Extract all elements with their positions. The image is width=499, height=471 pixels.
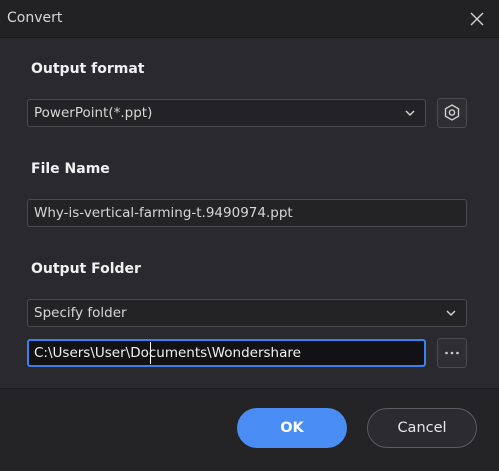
ok-button[interactable]: OK (237, 408, 347, 448)
dialog-title: Convert (7, 10, 63, 26)
output-format-value: PowerPoint(*.ppt) (34, 105, 153, 121)
text-caret (150, 342, 151, 364)
ellipsis-icon (445, 351, 459, 355)
chevron-down-icon (405, 110, 415, 117)
file-name-value: Why-is-vertical-farming-t.9490974.ppt (34, 205, 293, 221)
output-folder-option: Specify folder (34, 305, 127, 321)
close-button[interactable] (467, 9, 487, 29)
output-path-input[interactable]: C:\Users\User\Documents\Wondershare (27, 339, 426, 367)
close-icon (470, 12, 484, 26)
browse-folder-button[interactable] (437, 338, 467, 368)
chevron-down-icon (446, 310, 456, 317)
output-format-select[interactable]: PowerPoint(*.ppt) (27, 99, 426, 127)
output-path-value: C:\Users\User\Documents\Wondershare (34, 345, 301, 361)
format-settings-button[interactable] (437, 98, 467, 128)
output-format-label: Output format (31, 61, 145, 77)
file-name-label: File Name (31, 161, 110, 177)
file-name-input[interactable]: Why-is-vertical-farming-t.9490974.ppt (27, 199, 467, 227)
convert-dialog: Convert Output format PowerPoint(*.ppt) … (0, 0, 499, 471)
output-folder-select[interactable]: Specify folder (27, 299, 467, 327)
output-folder-label: Output Folder (31, 261, 141, 277)
hexagon-settings-icon (444, 104, 460, 121)
cancel-button[interactable]: Cancel (367, 408, 477, 448)
title-bar: Convert (0, 0, 499, 38)
